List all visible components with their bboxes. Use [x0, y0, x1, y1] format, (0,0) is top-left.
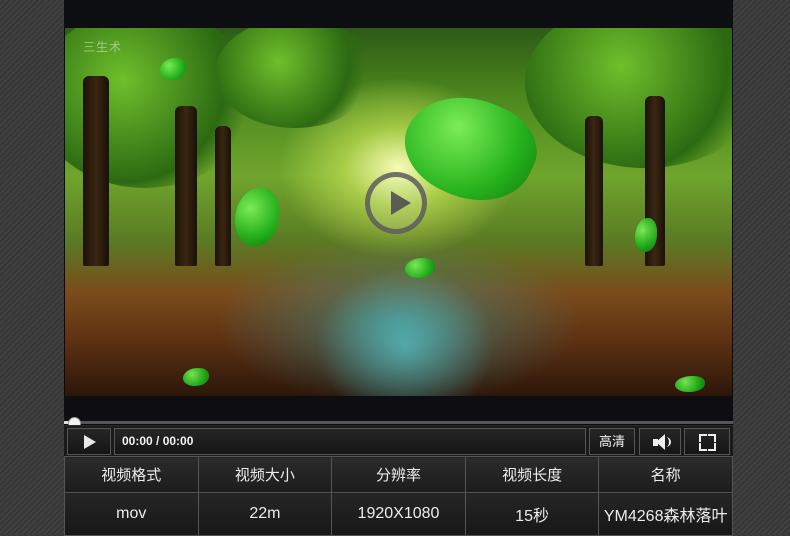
- tree-canopy: [525, 28, 732, 168]
- watermark-logo: 三生术: [83, 40, 123, 54]
- video-player: 三生术 00:00 / 00:00 高清 视频格式 视频大小 分辨率 视频长度 …: [64, 0, 733, 536]
- value-format: mov: [64, 492, 199, 536]
- falling-leaf: [235, 188, 279, 246]
- play-icon: [84, 435, 96, 449]
- falling-leaf: [183, 368, 209, 386]
- video-letterbox: [64, 396, 733, 422]
- tree-trunk: [215, 126, 231, 266]
- falling-leaf: [675, 376, 705, 392]
- time-display: 00:00 / 00:00: [114, 428, 586, 455]
- play-circle-icon[interactable]: [365, 172, 427, 234]
- value-resolution: 1920X1080: [331, 492, 466, 536]
- progress-bar[interactable]: [64, 417, 733, 430]
- header-duration: 视频长度: [464, 456, 600, 493]
- table-row: mov 22m 1920X1080 15秒 YM4268森林落叶: [64, 492, 733, 536]
- player-top-bar: [64, 0, 733, 28]
- fullscreen-button[interactable]: [684, 428, 730, 455]
- path-glow: [315, 268, 495, 396]
- video-info-table: 视频格式 视频大小 分辨率 视频长度 名称 mov 22m 1920X1080 …: [64, 456, 733, 536]
- header-resolution: 分辨率: [331, 456, 466, 493]
- table-header-row: 视频格式 视频大小 分辨率 视频长度 名称: [64, 456, 733, 493]
- header-size: 视频大小: [197, 456, 333, 493]
- tree-trunk: [585, 116, 603, 266]
- value-size: 22m: [197, 492, 333, 536]
- tree-trunk: [83, 76, 109, 266]
- control-bar: 00:00 / 00:00 高清: [64, 425, 733, 457]
- value-name: YM4268森林落叶: [598, 492, 733, 536]
- volume-button[interactable]: [639, 428, 681, 455]
- header-format: 视频格式: [64, 456, 199, 493]
- video-frame[interactable]: 三生术: [65, 28, 732, 396]
- play-triangle: [391, 191, 411, 215]
- header-name: 名称: [598, 456, 733, 493]
- value-duration: 15秒: [464, 492, 600, 536]
- play-button[interactable]: [67, 428, 111, 455]
- tree-trunk: [175, 106, 197, 266]
- quality-button[interactable]: 高清: [589, 428, 635, 455]
